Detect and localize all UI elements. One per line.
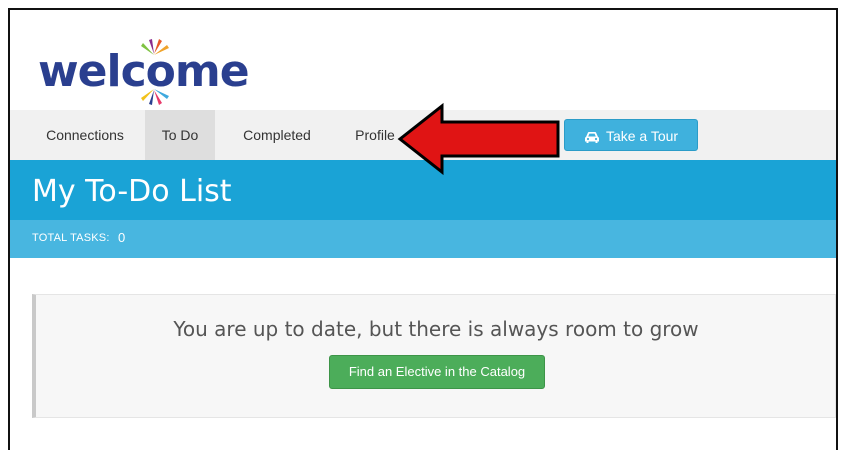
annotation-arrow-icon [397,102,560,176]
tab-to-do[interactable]: To Do [145,110,215,160]
tab-connections[interactable]: Connections [30,110,140,160]
header-logo-area: welcome [10,10,836,110]
find-elective-button[interactable]: Find an Elective in the Catalog [329,355,545,389]
page-title: My To-Do List [32,174,232,209]
empty-state-panel: You are up to date, but there is always … [32,294,836,418]
tab-completed[interactable]: Completed [227,110,327,160]
total-tasks-count: 0 [118,230,126,245]
total-tasks-label: TOTAL TASKS: [32,232,110,244]
welcome-logo[interactable]: welcome [38,38,250,108]
empty-state-message: You are up to date, but there is always … [173,317,699,341]
take-a-tour-button[interactable]: Take a Tour [564,119,698,151]
logo-burst-icon [141,39,169,105]
car-icon [584,131,599,143]
total-tasks-bar: TOTAL TASKS: 0 [10,220,836,258]
app-window: welcome Connections To Do Completed Prof… [8,8,838,450]
take-a-tour-label: Take a Tour [605,128,679,144]
